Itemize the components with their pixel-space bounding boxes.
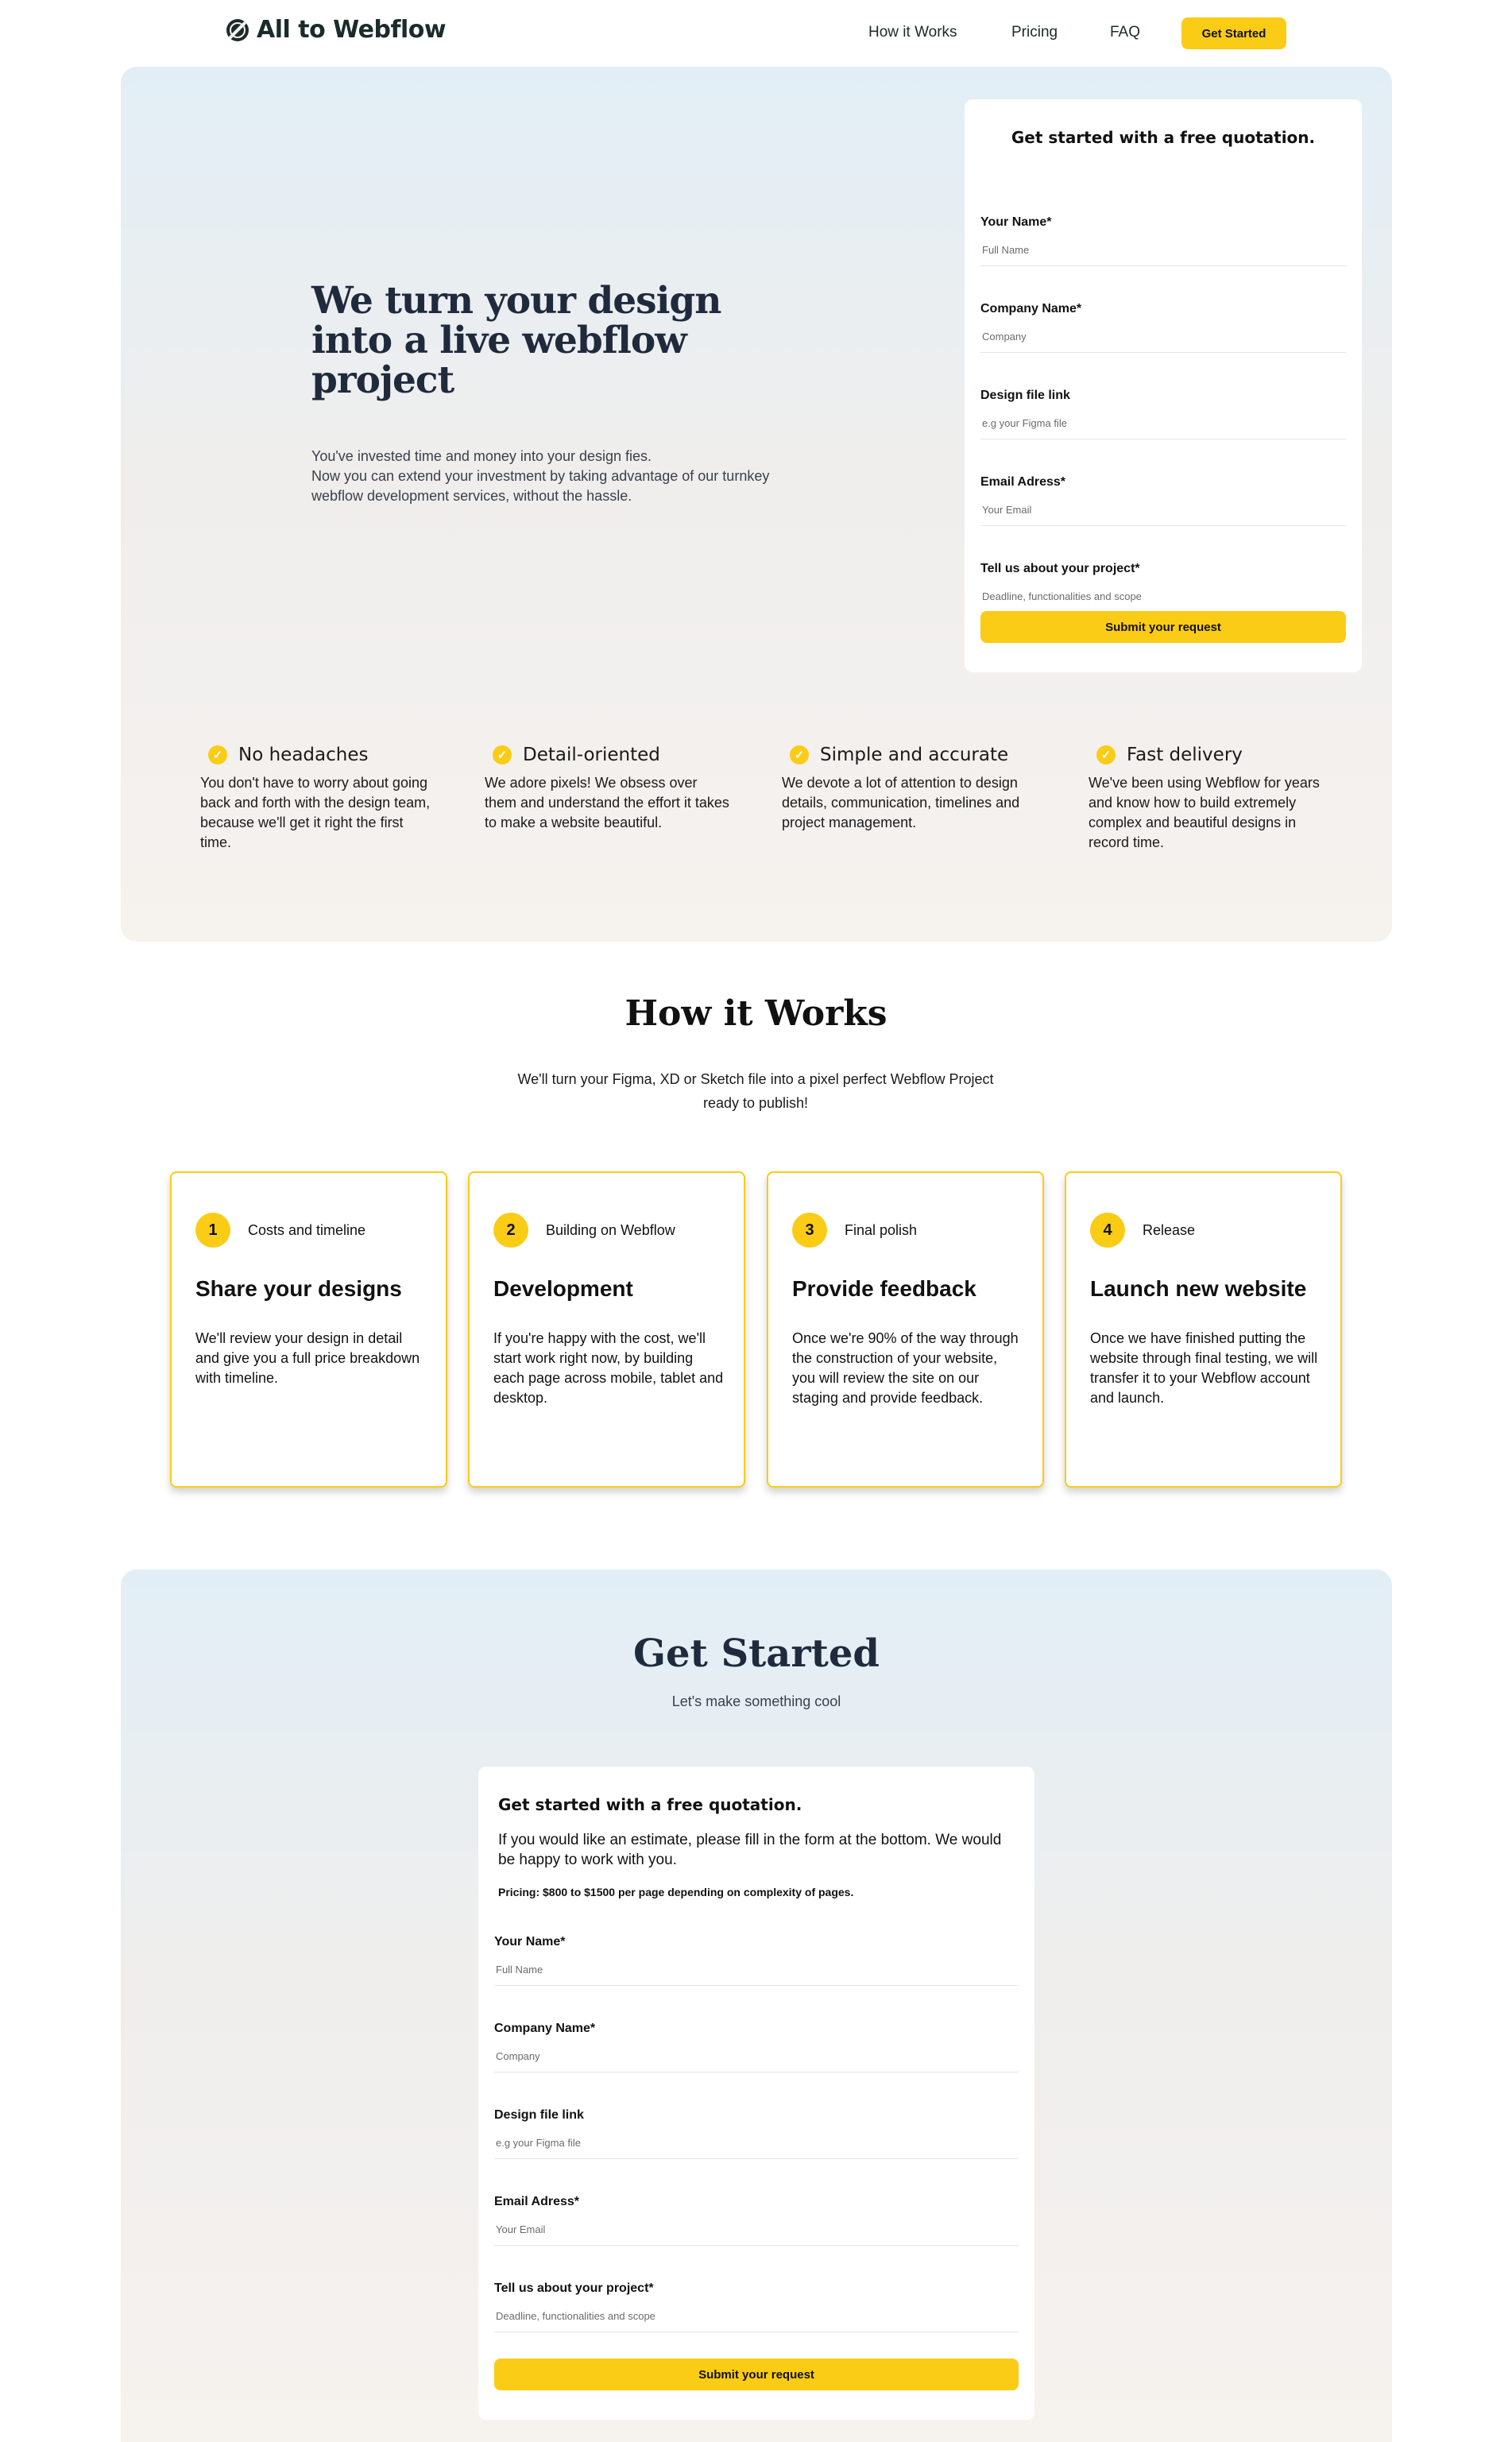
get-started-form: Get started with a free quotation. If yo… (478, 1767, 1034, 2420)
step-tag: Final polish (845, 1222, 918, 1238)
email-label: Email Adress* (494, 2195, 580, 2208)
step-number: 4 (1090, 1213, 1125, 1248)
hero-title: We turn your design into a live webflow … (311, 279, 721, 402)
step-text: If you're happy with the cost, we'll sta… (493, 1330, 724, 1406)
get-started-section: Get Started Let's make something cool Ge… (121, 1569, 1392, 2442)
step-title: Development (493, 1276, 633, 1301)
check-icon: ✓ (208, 745, 227, 764)
design-link-label: Design file link (494, 2108, 584, 2122)
step-card: 2 Building on Webflow Development If you… (468, 1171, 745, 1488)
nav-link-pricing[interactable]: Pricing (1011, 24, 1058, 41)
project-input[interactable] (494, 2301, 1019, 2332)
get-started-title: Get Started (633, 1631, 880, 1676)
step-tag: Building on Webflow (546, 1222, 675, 1238)
feature-detail-oriented: ✓ Detail-oriented We adore pixels! We ob… (485, 745, 729, 833)
step-text: Once we have finished putting the websit… (1090, 1330, 1318, 1406)
design-link-input[interactable] (494, 2127, 1019, 2159)
submit-button[interactable]: Submit your request (494, 2359, 1019, 2390)
name-input[interactable] (980, 234, 1346, 266)
feature-title: No headaches (238, 745, 369, 765)
feature-no-headaches: ✓ No headaches You don't have to worry a… (200, 745, 439, 853)
hero-subtitle-line: Now you can extend your investment by ta… (311, 468, 770, 484)
step-text: Once we're 90% of the way through the co… (792, 1330, 1019, 1406)
step-tag: Release (1143, 1222, 1196, 1238)
project-label: Tell us about your project* (980, 562, 1140, 575)
feature-text: We devote a lot of attention to design d… (782, 775, 1020, 830)
email-label: Email Adress* (980, 475, 1066, 489)
company-label: Company Name* (980, 302, 1082, 315)
check-icon: ✓ (493, 745, 512, 764)
step-number: 3 (792, 1213, 827, 1248)
step-card: 4 Release Launch new website Once we hav… (1065, 1171, 1342, 1488)
feature-title: Fast delivery (1127, 745, 1243, 765)
email-input[interactable] (494, 2214, 1019, 2246)
form-title: Get started with a free quotation. (1011, 128, 1316, 147)
form-title: Get started with a free quotation. (498, 1795, 802, 1814)
pricing-note: Pricing: $800 to $1500 per page dependin… (498, 1886, 854, 1898)
step-title: Share your designs (195, 1276, 402, 1301)
feature-text: We adore pixels! We obsess over them and… (485, 775, 729, 830)
project-input[interactable] (980, 581, 1346, 613)
how-it-works-subtitle: We'll turn your Figma, XD or Sketch file… (517, 1071, 994, 1111)
step-number: 2 (493, 1213, 528, 1248)
feature-title: Simple and accurate (820, 745, 1009, 765)
how-it-works-title: How it Works (625, 993, 887, 1034)
hero-subtitle: You've invested time and money into your… (311, 447, 772, 506)
feature-text: You don't have to worry about going back… (200, 775, 431, 850)
step-card: 3 Final polish Provide feedback Once we'… (767, 1171, 1044, 1488)
design-link-input[interactable] (980, 408, 1346, 439)
step-number: 1 (195, 1213, 230, 1248)
top-nav: All to Webflow How it Works Pricing FAQ … (0, 0, 1512, 67)
feature-text: We've been using Webflow for years and k… (1089, 775, 1320, 850)
company-input[interactable] (494, 2041, 1019, 2072)
name-label: Your Name* (980, 215, 1052, 229)
globe-icon (226, 18, 249, 41)
check-icon: ✓ (790, 745, 809, 764)
get-started-subtitle: Let's make something cool (671, 1693, 841, 1709)
design-link-label: Design file link (980, 389, 1070, 402)
submit-button[interactable]: Submit your request (980, 611, 1346, 643)
feature-title: Detail-oriented (523, 745, 660, 765)
name-label: Your Name* (494, 1935, 566, 1949)
hero-subtitle-line: You've invested time and money into your… (311, 448, 652, 464)
nav-link-faq[interactable]: FAQ (1110, 24, 1140, 41)
name-input[interactable] (494, 1954, 1019, 1986)
step-tag: Costs and timeline (248, 1222, 366, 1238)
step-text: We'll review your design in detail and g… (195, 1330, 420, 1386)
nav-link-how-it-works[interactable]: How it Works (868, 24, 957, 41)
step-title: Launch new website (1090, 1276, 1307, 1301)
form-intro: If you would like an estimate, please fi… (498, 1832, 1002, 1868)
check-icon: ✓ (1096, 745, 1116, 764)
company-label: Company Name* (494, 2022, 596, 2035)
company-input[interactable] (980, 321, 1346, 353)
logo[interactable]: All to Webflow (226, 16, 447, 44)
logo-text: All to Webflow (257, 16, 447, 44)
quotation-form: Get started with a free quotation. Your … (965, 99, 1362, 672)
feature-fast-delivery: ✓ Fast delivery We've been using Webflow… (1089, 745, 1327, 853)
project-label: Tell us about your project* (494, 2281, 654, 2295)
get-started-button[interactable]: Get Started (1181, 17, 1286, 49)
step-title: Provide feedback (792, 1276, 976, 1301)
step-card: 1 Costs and timeline Share your designs … (170, 1171, 447, 1488)
feature-simple-accurate: ✓ Simple and accurate We devote a lot of… (782, 745, 1020, 833)
email-input[interactable] (980, 494, 1346, 526)
hero-subtitle-line: webflow development services, without th… (311, 488, 632, 504)
hero-section: We turn your design into a live webflow … (121, 67, 1392, 942)
